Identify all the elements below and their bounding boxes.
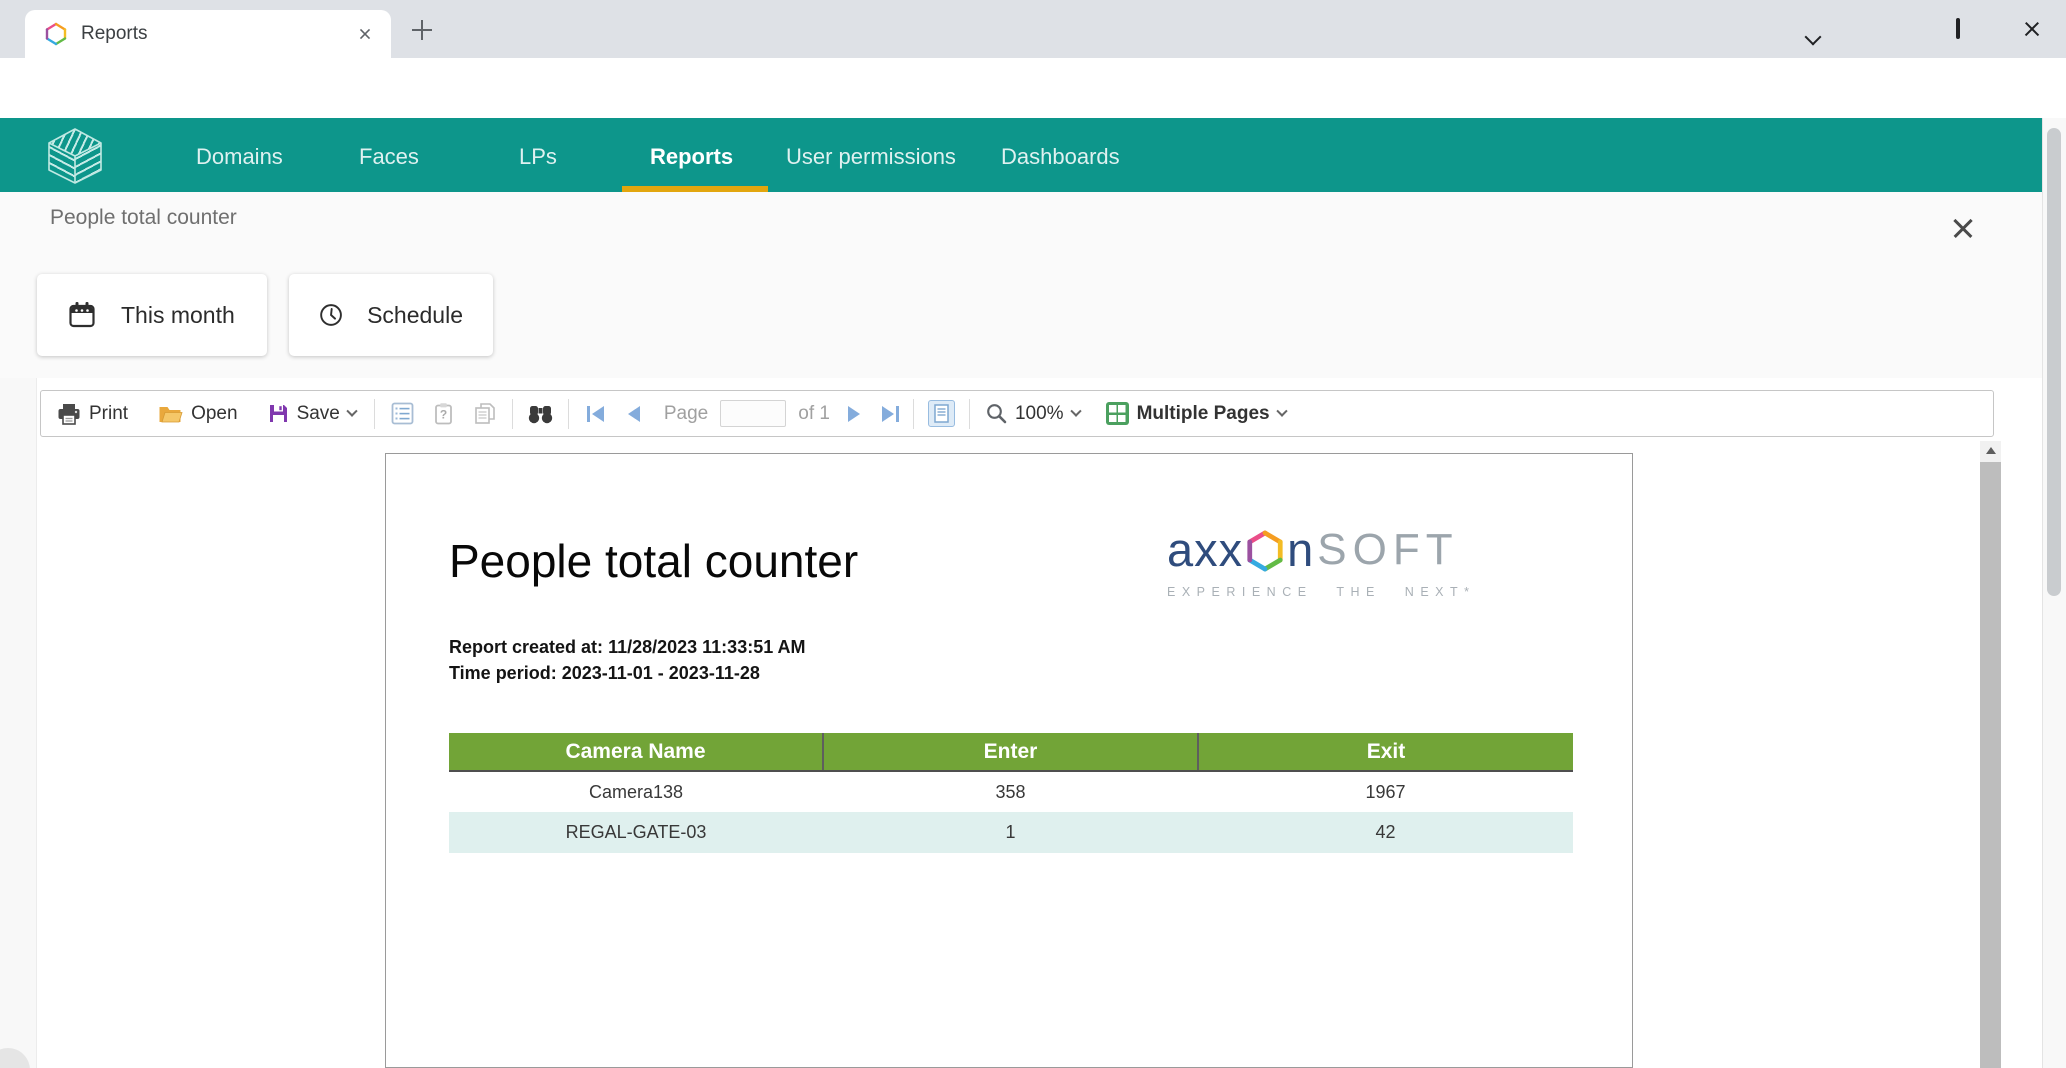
schedule-label: Schedule bbox=[367, 302, 463, 329]
cell-enter: 1 bbox=[823, 812, 1198, 853]
search-binoculars-icon[interactable] bbox=[527, 404, 554, 424]
report-table: Camera Name Enter Exit Camera138 358 196… bbox=[449, 733, 1573, 853]
browser-tab[interactable]: Reports bbox=[25, 10, 391, 58]
view-mode-chevron-icon bbox=[1276, 405, 1287, 416]
logo-text-axx: axx bbox=[1167, 522, 1243, 577]
clock-icon bbox=[319, 300, 343, 330]
browser-tab-bar: Reports bbox=[0, 0, 2066, 58]
col-enter: Enter bbox=[823, 733, 1198, 771]
view-mode-control[interactable]: Multiple Pages bbox=[1106, 402, 1286, 425]
left-gutter bbox=[0, 378, 37, 1068]
table-header-row: Camera Name Enter Exit bbox=[449, 733, 1573, 771]
last-page-icon[interactable] bbox=[882, 406, 899, 422]
col-camera-name: Camera Name bbox=[449, 733, 823, 771]
zoom-chevron-icon bbox=[1070, 405, 1081, 416]
report-page: People total counter axx n SOFT EXPERIEN… bbox=[385, 453, 1633, 1068]
viewer-scrollbar-thumb[interactable] bbox=[1980, 462, 2001, 1068]
cell-camera: REGAL-GATE-03 bbox=[449, 812, 823, 853]
this-month-button[interactable]: This month bbox=[37, 274, 267, 356]
axxonsoft-logo: axx n SOFT EXPERIENCE THE NEXT* bbox=[1167, 522, 1557, 599]
navbar-item-user-permissions[interactable]: User permissions bbox=[786, 144, 956, 170]
report-title: People total counter bbox=[449, 534, 858, 588]
tab-title: Reports bbox=[81, 23, 355, 45]
toolbar-separator bbox=[374, 399, 375, 429]
save-floppy-icon bbox=[268, 403, 289, 424]
navbar-item-reports[interactable]: Reports bbox=[650, 144, 733, 170]
this-month-label: This month bbox=[121, 302, 235, 329]
schedule-button[interactable]: Schedule bbox=[289, 274, 493, 356]
open-button[interactable]: Open bbox=[158, 403, 237, 425]
table-row: REGAL-GATE-03 1 42 bbox=[449, 812, 1573, 853]
view-mode-label: Multiple Pages bbox=[1137, 403, 1270, 425]
page-count-label: of 1 bbox=[798, 403, 830, 425]
window-minimize-icon[interactable] bbox=[1862, 13, 1898, 45]
svg-text:?: ? bbox=[440, 408, 447, 422]
clipboard-question-icon-disabled: ? bbox=[434, 402, 453, 425]
open-folder-icon bbox=[158, 404, 183, 424]
open-label: Open bbox=[191, 403, 237, 425]
parameters-icon-disabled bbox=[391, 402, 414, 425]
copy-pages-icon-disabled bbox=[473, 402, 496, 425]
window-maximize-icon[interactable] bbox=[1940, 13, 1976, 45]
print-button[interactable]: Print bbox=[57, 403, 128, 425]
navbar-item-faces[interactable]: Faces bbox=[359, 144, 419, 170]
logo-text-n: n bbox=[1287, 522, 1314, 577]
toolbar-separator bbox=[969, 399, 970, 429]
cell-exit: 1967 bbox=[1198, 771, 1573, 812]
page-title: People total counter bbox=[50, 206, 237, 230]
report-close-icon[interactable] bbox=[1948, 214, 1978, 244]
logo-hexagon-icon bbox=[1245, 528, 1285, 574]
save-dropdown-chevron-icon bbox=[346, 405, 357, 416]
logo-text-soft: SOFT bbox=[1317, 525, 1458, 575]
tab-search-chevron-icon[interactable] bbox=[1795, 13, 1831, 45]
navbar-item-lps[interactable]: LPs bbox=[519, 144, 557, 170]
save-button[interactable]: Save bbox=[268, 403, 356, 425]
period-value: 2023-11-01 - 2023-11-28 bbox=[562, 663, 760, 683]
viewer-scrollbar-up-icon[interactable] bbox=[1980, 441, 2001, 460]
window-close-icon[interactable] bbox=[2014, 13, 2050, 45]
toolbar-separator bbox=[568, 399, 569, 429]
tab-close-icon[interactable] bbox=[357, 26, 373, 42]
logo-tagline: EXPERIENCE THE NEXT* bbox=[1167, 585, 1557, 599]
first-page-icon[interactable] bbox=[587, 406, 604, 422]
toolbar-separator bbox=[913, 399, 914, 429]
calendar-icon bbox=[67, 300, 97, 330]
col-exit: Exit bbox=[1198, 733, 1573, 771]
cell-exit: 42 bbox=[1198, 812, 1573, 853]
report-toolbar: Print Open Save ? bbox=[40, 390, 1994, 437]
next-page-icon[interactable] bbox=[848, 406, 860, 422]
printer-icon bbox=[57, 403, 81, 425]
toolbar-separator bbox=[512, 399, 513, 429]
cell-enter: 358 bbox=[823, 771, 1198, 812]
navbar-item-domains[interactable]: Domains bbox=[196, 144, 283, 170]
print-label: Print bbox=[89, 403, 128, 425]
page-label: Page bbox=[664, 403, 708, 425]
cell-camera: Camera138 bbox=[449, 771, 823, 812]
save-label: Save bbox=[297, 403, 340, 425]
magnifier-icon bbox=[986, 403, 1007, 424]
page-number-input[interactable] bbox=[720, 400, 786, 427]
report-created-line: Report created at: 11/28/2023 11:33:51 A… bbox=[449, 637, 806, 658]
created-label: Report created at: bbox=[449, 637, 603, 657]
browser-scrollbar-thumb[interactable] bbox=[2047, 128, 2061, 596]
report-period-line: Time period: 2023-11-01 - 2023-11-28 bbox=[449, 663, 760, 684]
zoom-level-label: 100% bbox=[1015, 403, 1064, 425]
zoom-control[interactable]: 100% bbox=[986, 403, 1080, 425]
app-logo-cube-icon bbox=[44, 127, 106, 185]
created-value: 11/28/2023 11:33:51 AM bbox=[608, 637, 805, 657]
table-row: Camera138 358 1967 bbox=[449, 771, 1573, 812]
new-tab-icon[interactable] bbox=[408, 16, 436, 44]
multiple-pages-grid-icon bbox=[1106, 402, 1129, 425]
favicon-hexagon-icon bbox=[45, 22, 67, 46]
browser-address-bar: Not secure 10.139.2.32/reports-ui/ ☆ a bbox=[0, 58, 2066, 118]
previous-page-icon[interactable] bbox=[628, 406, 640, 422]
page-view-toggle-icon[interactable] bbox=[928, 400, 955, 427]
navbar-item-dashboards[interactable]: Dashboards bbox=[1001, 144, 1120, 170]
period-label: Time period: bbox=[449, 663, 557, 683]
